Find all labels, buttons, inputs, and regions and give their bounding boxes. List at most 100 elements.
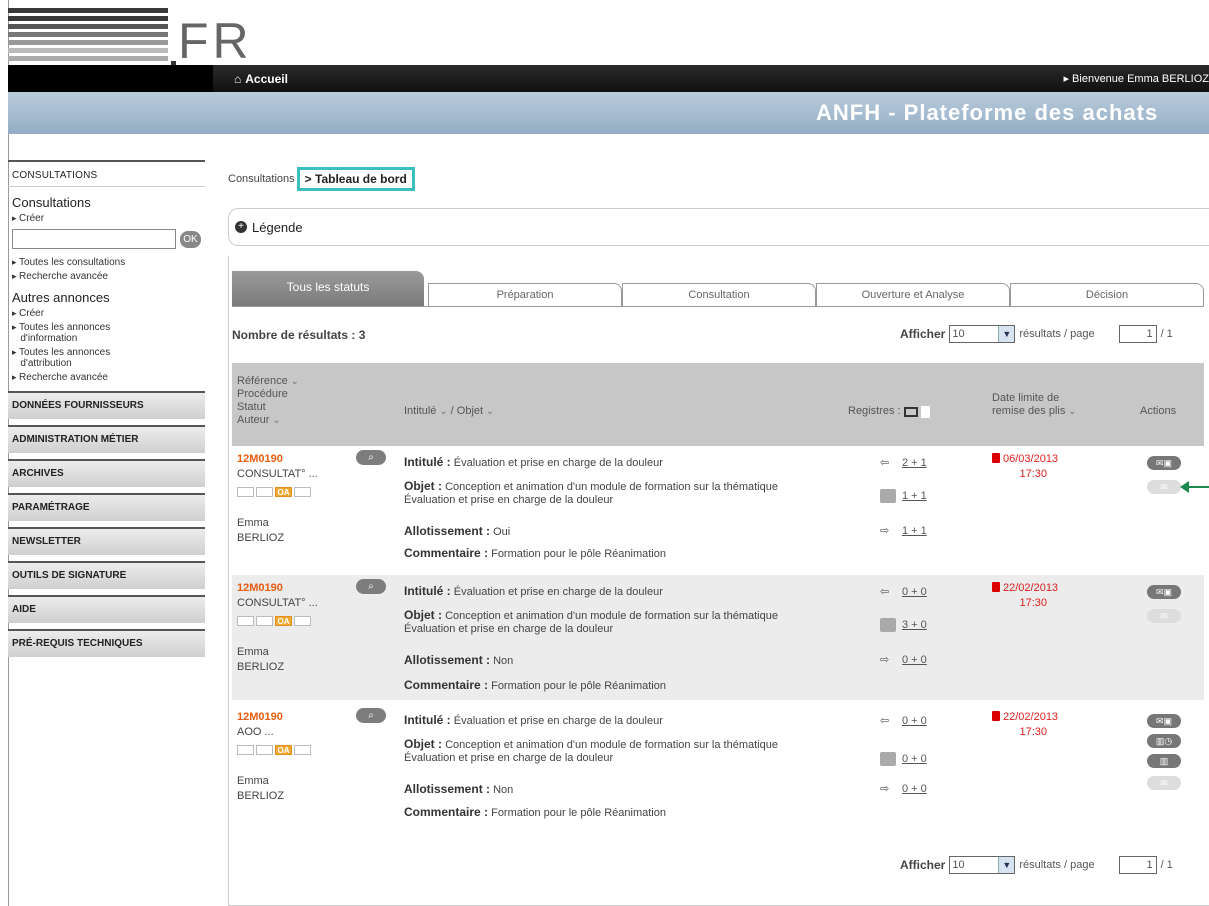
menu-aide[interactable]: AIDE <box>8 595 205 623</box>
sort-objet[interactable]: / Objet <box>451 405 495 417</box>
lock-icon <box>992 711 1000 721</box>
status-indicator: OA <box>237 616 311 626</box>
quick-search: OK <box>12 229 201 249</box>
menu-parametrage[interactable]: PARAMÉTRAGE <box>8 493 205 521</box>
show-label: Afficher <box>900 327 946 341</box>
sort-date-remise[interactable]: remise des plis <box>992 405 1077 418</box>
status-indicator: OA <box>237 487 311 497</box>
envelope-action-icon[interactable]: ✉ <box>1147 776 1181 790</box>
magnifier-icon[interactable]: ⌕ <box>356 579 386 594</box>
other-announces-heading: Autres annonces <box>12 290 110 305</box>
registre-questions-link[interactable]: 1 + 1 <box>902 490 927 502</box>
mail-action-icon[interactable]: ✉▣ <box>1147 585 1181 599</box>
allotissement-field: Allotissement : Non <box>404 653 514 668</box>
document-icon <box>920 405 930 418</box>
envelope-action-icon[interactable]: ✉ <box>1147 609 1181 623</box>
annotation-arrow <box>1180 481 1209 493</box>
plus-circle-icon: + <box>235 221 247 233</box>
per-page-label: résultats / page <box>1019 859 1095 871</box>
legend-label: Légende <box>252 219 303 235</box>
search-input[interactable] <box>12 229 176 249</box>
tab-preparation[interactable]: Préparation <box>428 283 622 307</box>
sort-auteur[interactable]: Auteur <box>237 414 299 427</box>
registre-depots-link[interactable]: 0 + 0 <box>902 654 927 666</box>
reference-link[interactable]: 12M0190 <box>237 711 283 723</box>
magnifier-icon[interactable]: ⌕ <box>356 708 386 723</box>
page-input[interactable]: 1 <box>1118 325 1157 343</box>
status-indicator: OA <box>237 745 311 755</box>
tab-consultation[interactable]: Consultation <box>622 283 816 307</box>
registre-retraits-link[interactable]: 0 + 0 <box>902 715 927 727</box>
sidebar-section-title: CONSULTATIONS <box>8 160 205 187</box>
site-logo[interactable]: FR <box>8 8 249 66</box>
menu-pre-requis[interactable]: PRÉ-REQUIS TECHNIQUES <box>8 629 205 657</box>
author: Emma BERLIOZ <box>237 517 285 544</box>
registre-questions: 1 + 1 <box>880 489 927 503</box>
computer-icon <box>903 406 918 417</box>
per-page-select[interactable]: 10 ▼ <box>949 856 1016 874</box>
magnifier-icon[interactable]: ⌕ <box>356 450 386 465</box>
table-header: Référence Procédure Statut Auteur Intitu… <box>232 363 1204 446</box>
envelope-action-icon[interactable]: ✉ <box>1147 480 1181 494</box>
objet-field: Objet : Conception et animation d'un mod… <box>404 479 778 507</box>
table-row: 12M0190 CONSULTAT° ... OA Emma BERLIOZ ⌕ … <box>232 575 1204 700</box>
advanced-search-link[interactable]: Recherche avancée <box>12 271 201 282</box>
info-announces-link[interactable]: Toutes les annonces d'information <box>12 322 201 344</box>
registre-retraits-link[interactable]: 0 + 0 <box>902 586 927 598</box>
date-limite: 22/02/2013 17:30 <box>992 581 1058 611</box>
create-consultation-link[interactable]: Créer <box>12 213 201 224</box>
nav-home-label: Accueil <box>245 72 288 86</box>
registre-questions-link[interactable]: 0 + 0 <box>902 753 927 765</box>
tab-decision[interactable]: Décision <box>1010 283 1204 307</box>
registre-depots-link[interactable]: 1 + 1 <box>902 525 927 537</box>
menu-archives[interactable]: ARCHIVES <box>8 459 205 487</box>
create-announce-link[interactable]: Créer <box>12 308 201 319</box>
menu-newsletter[interactable]: NEWSLETTER <box>8 527 205 555</box>
sidebar: CONSULTATIONS Consultations Créer OK Tou… <box>8 160 205 663</box>
sort-reference[interactable]: Référence <box>237 375 299 388</box>
download-icon: ⇦ <box>880 586 890 598</box>
breadcrumb: Consultations > Tableau de bord <box>228 167 415 191</box>
menu-donnees-fournisseurs[interactable]: DONNÉES FOURNISSEURS <box>8 391 205 419</box>
sidebar-menu: DONNÉES FOURNISSEURS ADMINISTRATION MÉTI… <box>8 391 205 657</box>
book-action-icon[interactable]: ▥ <box>1147 754 1181 768</box>
banner-title: ANFH - Plateforme des achats <box>816 100 1159 125</box>
other-advanced-search-link[interactable]: Recherche avancée <box>12 372 201 383</box>
attribution-announces-link[interactable]: Toutes les annonces d'attribution <box>12 347 201 369</box>
mail-action-icon[interactable]: ✉▣ <box>1147 714 1181 728</box>
commentaire-field: Commentaire : Formation pour le pôle Réa… <box>404 678 666 693</box>
sort-intitule[interactable]: Intitulé <box>404 405 448 417</box>
allotissement-field: Allotissement : Oui <box>404 524 511 539</box>
date-limite: 22/02/2013 17:30 <box>992 710 1058 740</box>
objet-field: Objet : Conception et animation d'un mod… <box>404 608 778 636</box>
menu-administration-metier[interactable]: ADMINISTRATION MÉTIER <box>8 425 205 453</box>
search-ok-button[interactable]: OK <box>180 230 201 248</box>
download-icon: ⇦ <box>880 715 890 727</box>
nav-home-link[interactable]: ⌂ Accueil <box>234 72 288 86</box>
results-bar: Nombre de résultats : 3 Afficher 10 ▼ rés… <box>232 323 1204 347</box>
procedure-text: CONSULTAT° ... <box>237 597 318 609</box>
reference-link[interactable]: 12M0190 <box>237 582 283 594</box>
registre-questions-link[interactable]: 3 + 0 <box>902 619 927 631</box>
tab-ouverture-analyse[interactable]: Ouverture et Analyse <box>816 283 1010 307</box>
legend-toggle[interactable]: + Légende <box>228 208 1209 246</box>
registre-retraits: ⇦ 2 + 1 <box>880 456 927 470</box>
page-input[interactable]: 1 <box>1118 856 1157 874</box>
registre-depots-link[interactable]: 0 + 0 <box>902 783 927 795</box>
registre-retraits-link[interactable]: 2 + 1 <box>902 457 927 469</box>
registre-retraits: ⇦ 0 + 0 <box>880 714 927 728</box>
calendar-action-icon[interactable]: ▥◷ <box>1147 734 1181 748</box>
breadcrumb-parent[interactable]: Consultations <box>228 173 295 185</box>
tab-tous-les-statuts[interactable]: Tous les statuts <box>232 271 424 307</box>
upload-icon: ⇨ <box>880 654 890 666</box>
allotissement-field: Allotissement : Non <box>404 782 514 797</box>
logo-suffix: FR <box>178 13 253 69</box>
reference-link[interactable]: 12M0190 <box>237 453 283 465</box>
menu-outils-signature[interactable]: OUTILS DE SIGNATURE <box>8 561 205 589</box>
per-page-select[interactable]: 10 ▼ <box>949 325 1016 343</box>
mail-action-icon[interactable]: ✉▣ <box>1147 456 1181 470</box>
welcome-message: ▸ Bienvenue Emma BERLIOZ <box>1063 73 1209 85</box>
all-consultations-link[interactable]: Toutes les consultations <box>12 257 201 268</box>
chevron-down-icon: ▼ <box>998 857 1015 873</box>
banner: ANFH - Plateforme des achats <box>8 92 1209 134</box>
